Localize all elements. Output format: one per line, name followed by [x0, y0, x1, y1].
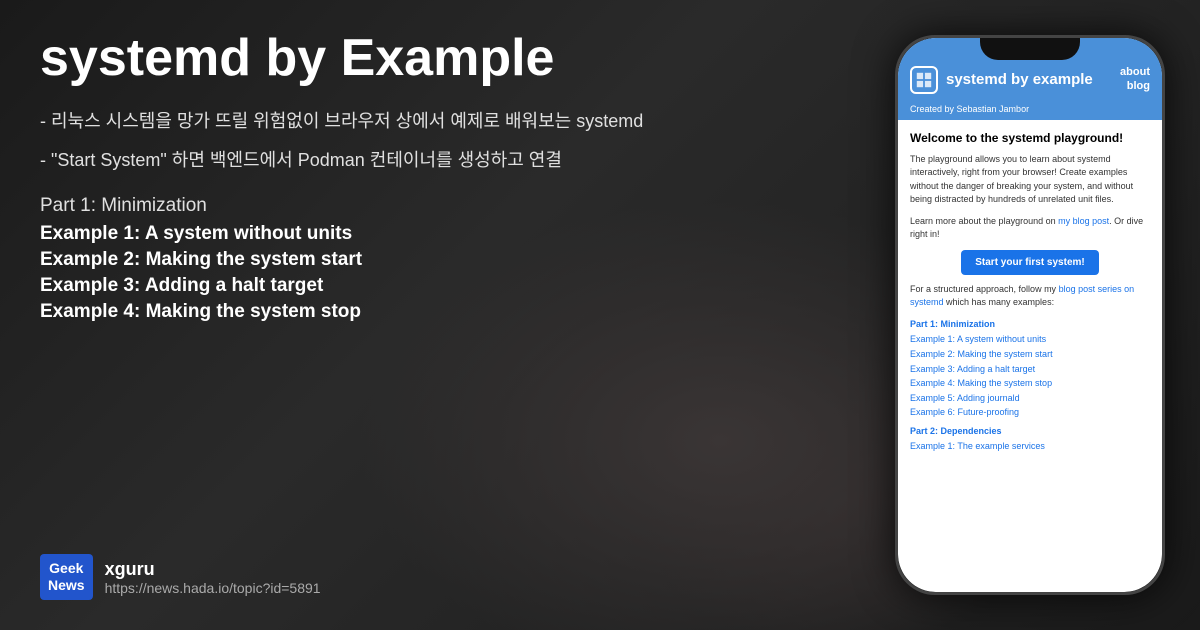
app-logo-icon	[910, 66, 938, 94]
example-item-2: Example 2: Making the system start	[40, 249, 840, 271]
learn-prefix: Learn more about the playground on	[910, 216, 1058, 226]
app-example-row-2: Example 2: Making the system start	[910, 348, 1150, 361]
part2-example-prefix: Example 1:	[910, 441, 957, 451]
app-example-row-1: Example 1: A system without units	[910, 333, 1150, 346]
app-part2-label[interactable]: Part 2: Dependencies	[910, 425, 1150, 438]
app-welcome-title: Welcome to the systemd playground!	[910, 130, 1150, 147]
description-2: - "Start System" 하면 백엔드에서 Podman 컨테이너를 생…	[40, 146, 840, 175]
example4-link[interactable]: Making the system stop	[958, 378, 1053, 388]
example1-prefix: Example 1:	[910, 334, 957, 344]
examples-list: Part 1: Minimization Example 1: A system…	[40, 195, 840, 323]
example5-prefix: Example 5:	[910, 393, 957, 403]
example-item-1: Example 1: A system without units	[40, 223, 840, 245]
example1-link[interactable]: A system without units	[957, 334, 1046, 344]
example-item-4: Example 4: Making the system stop	[40, 301, 840, 323]
example2-link[interactable]: Making the system start	[958, 349, 1053, 359]
source-name: xguru	[105, 559, 321, 580]
app-body[interactable]: Welcome to the systemd playground! The p…	[898, 120, 1162, 592]
example3-prefix: Example 3:	[910, 364, 957, 374]
structured-suffix: which has many examples:	[944, 297, 1055, 307]
phone-notch	[980, 38, 1080, 60]
app-example-row-4: Example 4: Making the system stop	[910, 377, 1150, 390]
app-nav: about blog	[1120, 66, 1150, 92]
example4-prefix: Example 4:	[910, 378, 958, 388]
badge-line1: Geek	[48, 560, 85, 577]
app-part1-label[interactable]: Part 1: Minimization	[910, 318, 1150, 331]
app-example-row-5: Example 5: Adding journald	[910, 392, 1150, 405]
app-logo-area: systemd by example	[910, 66, 1093, 94]
phone-screen: systemd by example about blog Created by…	[898, 38, 1162, 592]
app-example-row-6: Example 6: Future-proofing	[910, 406, 1150, 419]
app-description: The playground allows you to learn about…	[910, 153, 1150, 207]
right-panel: systemd by example about blog Created by…	[880, 0, 1200, 630]
example5-link[interactable]: Adding journald	[957, 393, 1020, 403]
description-1: - 리눅스 시스템을 망가 뜨릴 위험없이 브라우저 상에서 예제로 배워보는 …	[40, 107, 840, 136]
example2-prefix: Example 2:	[910, 349, 958, 359]
app-example-row-3: Example 3: Adding a halt target	[910, 363, 1150, 376]
source-info: xguru https://news.hada.io/topic?id=5891	[105, 559, 321, 596]
structured-text: For a structured approach, follow my blo…	[910, 283, 1150, 310]
example6-prefix: Example 6:	[910, 407, 958, 417]
geeknews-badge: Geek News	[40, 554, 93, 600]
app-learn-text: Learn more about the playground on my bl…	[910, 215, 1150, 242]
badge-line2: News	[48, 577, 85, 594]
source-url: https://news.hada.io/topic?id=5891	[105, 580, 321, 596]
nav-about[interactable]: about	[1120, 66, 1150, 78]
app-part2-example-row: Example 1: The example services	[910, 440, 1150, 453]
structured-prefix: For a structured approach, follow my	[910, 284, 1059, 294]
nav-blog[interactable]: blog	[1127, 80, 1150, 92]
example3-link[interactable]: Adding a halt target	[957, 364, 1035, 374]
left-panel: systemd by Example - 리눅스 시스템을 망가 뜨릴 위험없이…	[0, 0, 880, 630]
app-creator: Created by Sebastian Jambor	[898, 102, 1162, 120]
bottom-bar: Geek News xguru https://news.hada.io/top…	[40, 554, 840, 600]
example6-link[interactable]: Future-proofing	[958, 407, 1020, 417]
main-title: systemd by Example	[40, 30, 840, 87]
part2-example-link[interactable]: The example services	[957, 441, 1045, 451]
main-content: systemd by Example - 리눅스 시스템을 망가 뜨릴 위험없이…	[0, 0, 1200, 630]
learn-link[interactable]: my blog post	[1058, 216, 1109, 226]
phone-mockup: systemd by example about blog Created by…	[895, 35, 1165, 595]
example-item-3: Example 3: Adding a halt target	[40, 275, 840, 297]
app-title: systemd by example	[946, 71, 1093, 89]
start-system-button[interactable]: Start your first system!	[961, 250, 1098, 275]
part1-label: Part 1: Minimization	[40, 195, 840, 217]
